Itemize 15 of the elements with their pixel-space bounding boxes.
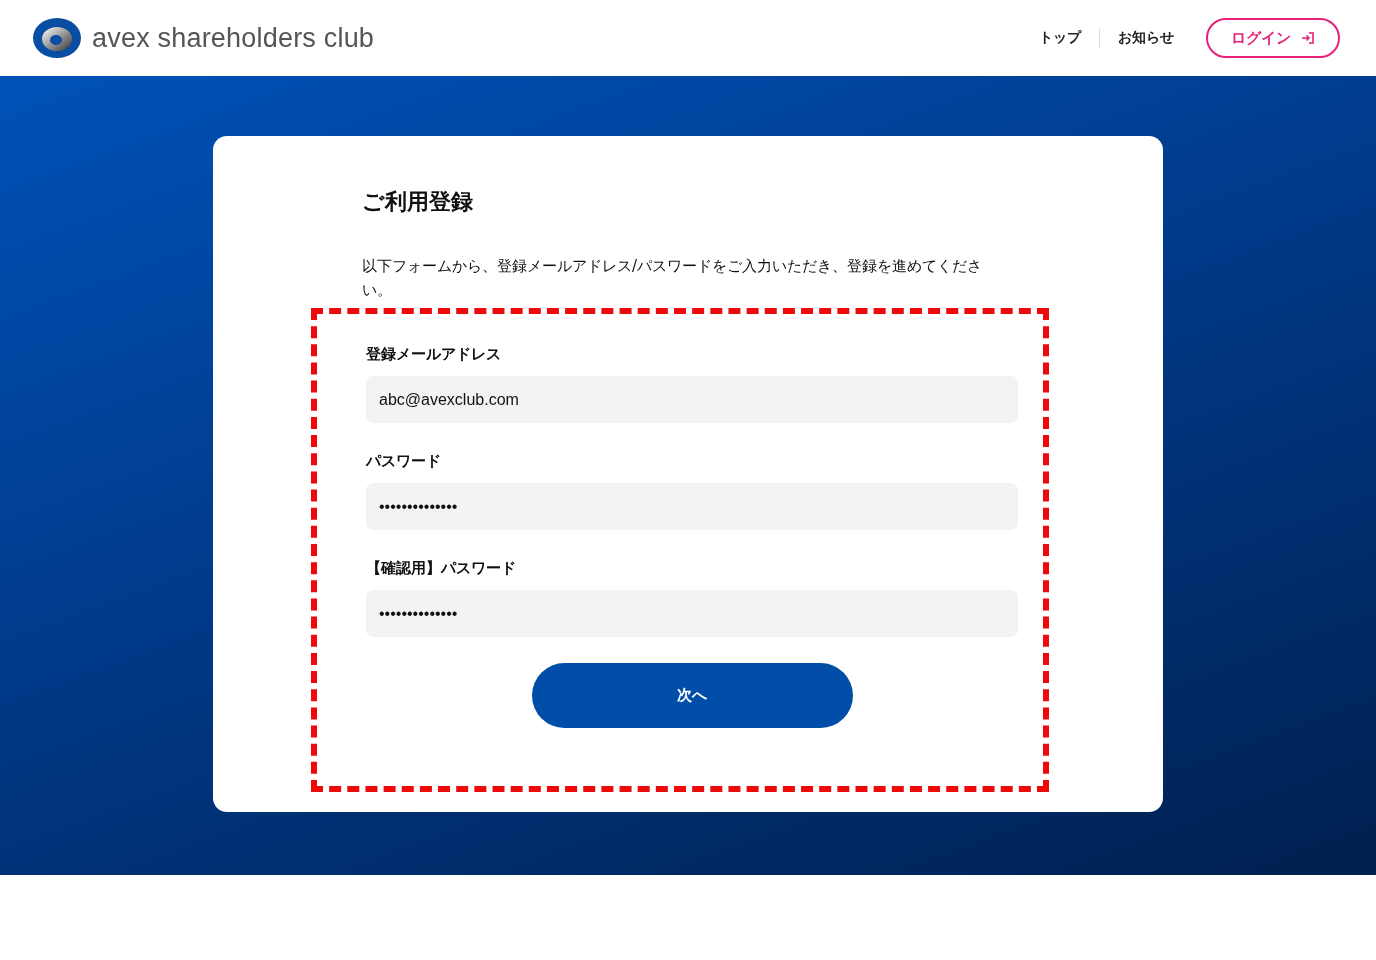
input-field[interactable]: abc@avexclub.com (366, 376, 1018, 423)
nav-link[interactable]: お知らせ (1100, 29, 1192, 47)
logo-icon (32, 17, 82, 59)
login-button[interactable]: ログイン (1206, 18, 1340, 58)
input-field[interactable]: •••••••••••••• (366, 590, 1018, 637)
login-icon (1301, 31, 1315, 45)
input-field[interactable]: •••••••••••••• (366, 483, 1018, 530)
field-label: パスワード (366, 451, 442, 472)
field-label: 登録メールアドレス (366, 344, 502, 365)
description: 以下フォームから、登録メールアドレス/パスワードをご入力いただき、登録を進めてください。 (362, 256, 984, 301)
brand-name: avex shareholders club (92, 22, 375, 54)
field-label: 【確認用】パスワード (366, 558, 517, 579)
next-button[interactable]: 次へ (531, 663, 853, 728)
page-title: ご利用登録 (362, 188, 474, 216)
nav-link[interactable]: トップ (1021, 29, 1099, 47)
